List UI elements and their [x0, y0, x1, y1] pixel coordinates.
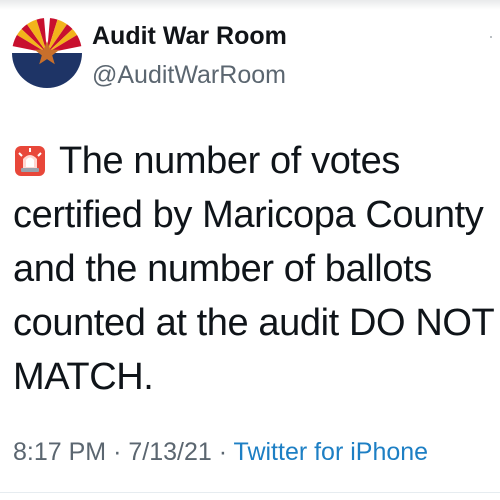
display-name[interactable]: Audit War Room [92, 20, 287, 52]
divider [0, 492, 500, 493]
tweet-metadata: 8:17 PM · 7/13/21 · Twitter for iPhone [13, 436, 428, 468]
tweet-time[interactable]: 8:17 PM [13, 438, 106, 466]
meta-separator: · [218, 438, 228, 466]
arizona-flag-avatar-icon [12, 18, 82, 88]
tweet-card[interactable]: Audit War Room @AuditWarRoom · The numbe… [0, 0, 500, 500]
tweet-text: The number of votes certified by Maricop… [13, 140, 494, 398]
tweet-source-link[interactable]: Twitter for iPhone [234, 438, 429, 466]
handle[interactable]: @AuditWarRoom [92, 59, 286, 91]
more-options-icon[interactable]: · [488, 26, 500, 46]
tweet-date[interactable]: 7/13/21 [128, 438, 211, 466]
meta-separator: · [113, 438, 122, 466]
police-siren-icon [13, 138, 47, 176]
avatar[interactable] [12, 18, 82, 88]
tweet-body: The number of votes certified by Maricop… [13, 134, 497, 404]
